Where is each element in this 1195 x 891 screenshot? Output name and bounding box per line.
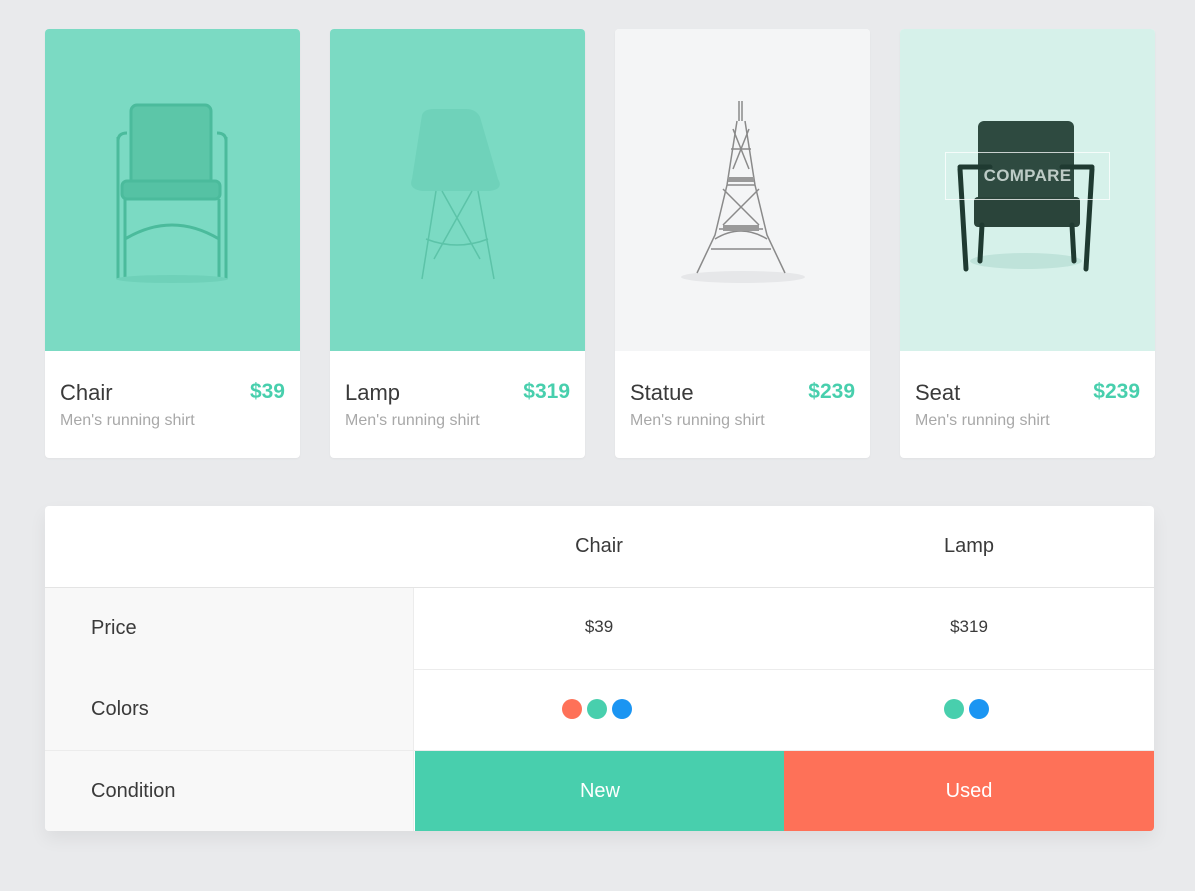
- product-cards: Chair $39 Men's running shirt Lamp $319 …: [45, 29, 1155, 458]
- product-info: Statue $239 Men's running shirt: [615, 351, 870, 458]
- column-header-chair: Chair: [575, 535, 623, 557]
- product-price: $319: [523, 380, 570, 403]
- color-swatch[interactable]: [968, 699, 989, 719]
- color-swatch[interactable]: [611, 699, 632, 719]
- condition-badge-used: Used: [784, 751, 1154, 831]
- row-price: Price $39 $319: [45, 588, 1154, 669]
- product-price: $239: [1093, 380, 1140, 403]
- condition-badge-new: New: [415, 751, 785, 831]
- product-subtitle: Men's running shirt: [345, 412, 480, 429]
- product-name: Chair: [60, 380, 113, 405]
- price-value-lamp: $319: [950, 617, 988, 636]
- row-colors: Colors: [45, 669, 1154, 750]
- color-swatch[interactable]: [561, 699, 582, 719]
- product-info: Seat $239 Men's running shirt: [900, 351, 1155, 458]
- product-card-chair[interactable]: Chair $39 Men's running shirt: [45, 29, 300, 458]
- color-swatch[interactable]: [586, 699, 607, 719]
- colors-cell-chair: [414, 669, 784, 750]
- color-swatches: [941, 699, 991, 719]
- product-card-lamp[interactable]: Lamp $319 Men's running shirt: [330, 29, 585, 458]
- compare-button[interactable]: COMPARE: [945, 152, 1110, 200]
- product-name: Statue: [630, 380, 694, 405]
- color-swatch[interactable]: [943, 699, 964, 719]
- product-image-chair: [45, 29, 300, 351]
- product-subtitle: Men's running shirt: [915, 412, 1050, 429]
- product-card-seat[interactable]: COMPARE Seat $239 Men's running shirt: [900, 29, 1155, 458]
- product-name: Seat: [915, 380, 961, 405]
- price-value-chair: $39: [584, 617, 614, 636]
- row-label-condition: Condition: [45, 751, 414, 831]
- comparison-table: Chair Lamp Price $39 $319 Colors Conditi…: [45, 506, 1154, 831]
- product-subtitle: Men's running shirt: [60, 412, 195, 429]
- eiffel-tower-illustration: [681, 101, 805, 283]
- product-subtitle: Men's running shirt: [630, 412, 765, 429]
- chair-illustration: [116, 103, 228, 283]
- product-price: $239: [808, 380, 855, 403]
- product-info: Chair $39 Men's running shirt: [45, 351, 300, 458]
- row-label-price: Price: [45, 588, 414, 669]
- column-header-lamp: Lamp: [943, 535, 995, 557]
- row-condition: Condition New Used: [45, 751, 1154, 831]
- product-image-lamp: [330, 29, 585, 351]
- product-image-statue: [615, 29, 870, 351]
- color-swatches: [559, 699, 634, 719]
- colors-cell-lamp: [784, 669, 1154, 750]
- lamp-chair-illustration: [411, 109, 500, 280]
- row-label-colors: Colors: [45, 669, 414, 750]
- product-info: Lamp $319 Men's running shirt: [330, 351, 585, 458]
- product-image-seat: COMPARE: [900, 29, 1155, 351]
- product-price: $39: [249, 380, 285, 403]
- comparison-header: Chair Lamp: [45, 506, 1154, 588]
- product-name: Lamp: [345, 380, 401, 405]
- product-card-statue[interactable]: Statue $239 Men's running shirt: [615, 29, 870, 458]
